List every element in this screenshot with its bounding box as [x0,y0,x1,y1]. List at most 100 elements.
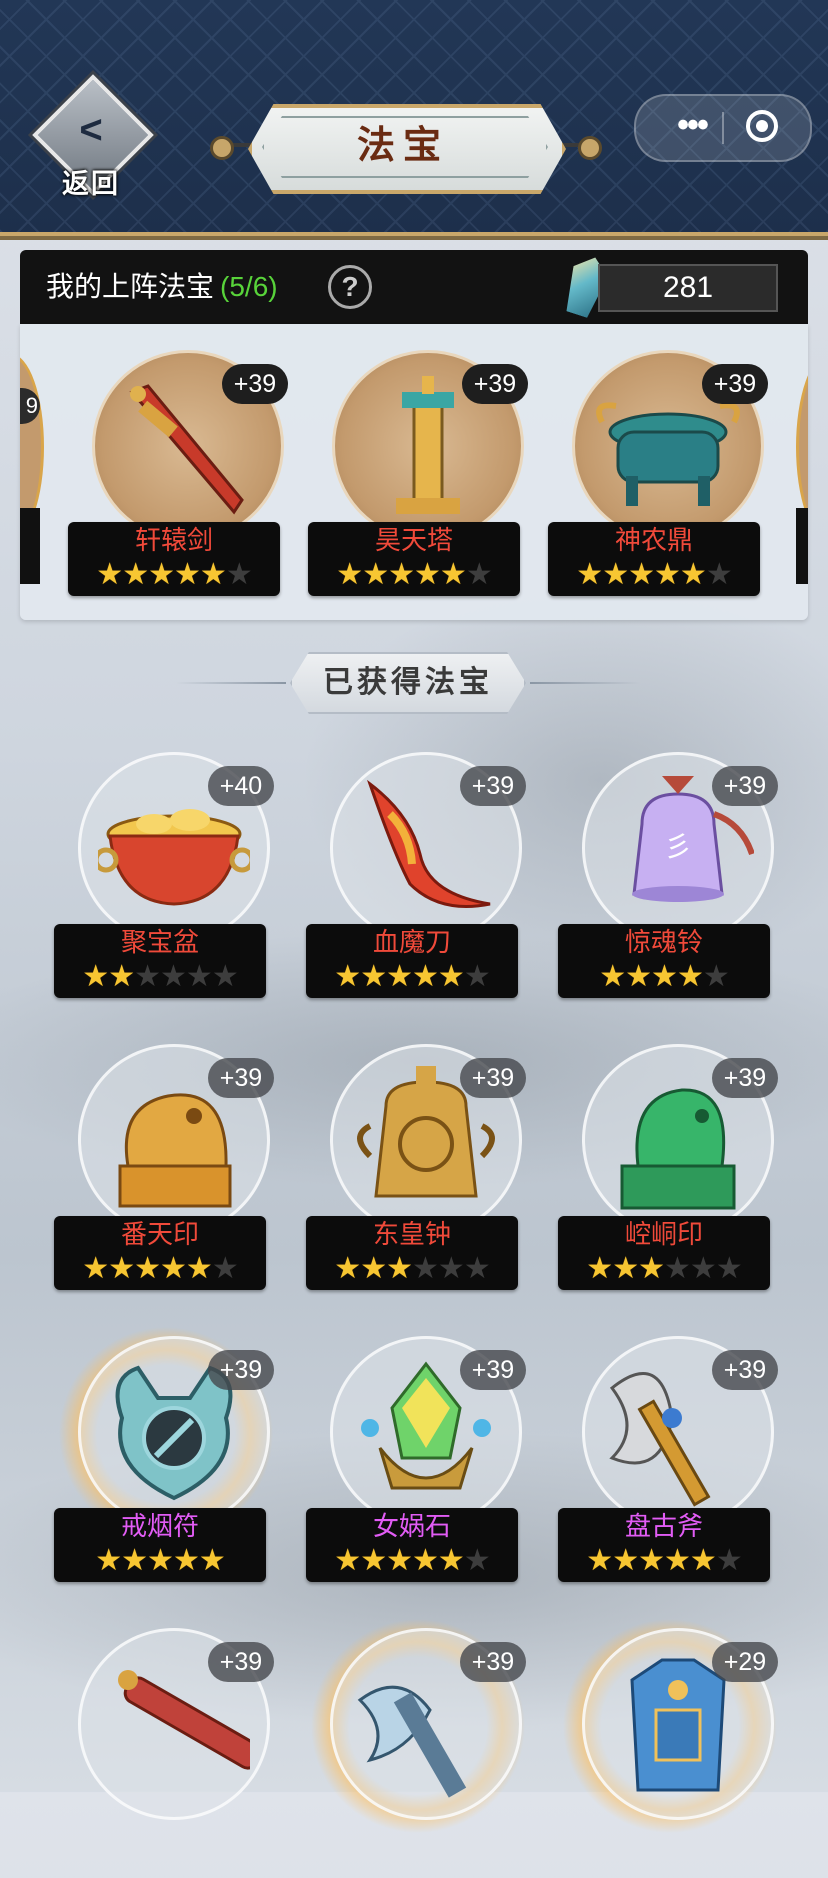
treasure-card[interactable]: +39 盘古斧 ★★★★★★ [558,1336,778,1586]
star-icon: ★ [122,558,149,591]
star-icon: ★ [334,960,361,993]
star-icon: ★ [185,960,213,993]
star-icon: ★ [412,1544,439,1577]
owned-section-header: 已获得法宝 [290,652,526,714]
target-close-icon[interactable] [746,110,778,142]
level-badge: +39 [462,364,528,404]
star-icon: ★ [360,1252,387,1285]
level-badge: +39 [702,364,768,404]
star-rating: ★★★★★ [54,1544,266,1578]
treasure-card[interactable]: +39 东皇钟 ★★★★★★ [306,1044,526,1294]
level-badge: +39 [208,1058,274,1098]
treasure-card[interactable]: +39 轩辕剑 ★★★★★★ [68,350,288,600]
star-rating: ★★★★★★ [548,558,760,592]
treasure-name: 轩辕剑 [134,526,213,556]
level-badge: +40 [208,766,274,806]
treasure-card[interactable]: +39 戒烟符 ★★★★★ [54,1326,274,1586]
star-icon: ★ [437,1252,465,1285]
star-rating: ★★★★★★ [306,960,518,994]
name-plate: 盘古斧 ★★★★★★ [558,1508,770,1582]
treasure-card[interactable]: +39 番天印 ★★★★★★ [54,1044,274,1294]
back-arrow-icon: < [79,108,103,152]
level-badge: +39 [712,1350,778,1390]
star-rating: ★★★★★★ [308,558,520,592]
star-icon: ★ [172,1544,200,1577]
equipped-panel[interactable]: 9 +39 轩辕剑 ★★★★★★ +39 昊天塔 ★★★★★★ +39 神农鼎 … [20,324,808,620]
star-icon: ★ [386,1252,413,1285]
equipped-card-partial-left[interactable]: 9 [20,354,44,598]
treasure-name: 女娲石 [372,1512,451,1542]
star-icon: ★ [628,558,655,591]
star-icon: ★ [638,1252,665,1285]
name-plate: 东皇钟 ★★★★★★ [306,1216,518,1290]
treasure-card[interactable]: +39 崆峒印 ★★★★★★ [558,1044,778,1294]
back-label: 返回 [62,169,120,199]
svg-text:彡: 彡 [664,831,692,862]
equipped-label: 我的上阵法宝 [46,271,215,302]
more-dots-icon[interactable]: ••• [662,96,722,160]
star-icon: ★ [185,1252,213,1285]
equipped-card-partial-right[interactable] [788,354,808,598]
name-plate: 惊魂铃 ★★★★★ [558,924,770,998]
treasure-card[interactable]: +39 血魔刀 ★★★★★★ [306,752,526,1002]
star-icon: ★ [174,558,201,591]
name-plate: 女娲石 ★★★★★★ [306,1508,518,1582]
treasure-card[interactable]: +40 聚宝盆 ★★★★★★ [54,752,274,1002]
treasure-card[interactable]: +39 [54,1628,274,1878]
star-icon: ★ [612,1252,639,1285]
star-icon: ★ [95,1544,122,1577]
level-badge: +39 [712,766,778,806]
currency-value: 281 [598,264,778,312]
treasure-card[interactable]: 彡 +39 惊魂铃 ★★★★★ [558,752,778,1002]
star-icon: ★ [108,1252,135,1285]
treasure-card[interactable]: +29 [558,1618,778,1878]
name-plate: 轩辕剑 ★★★★★★ [68,522,280,596]
treasure-card[interactable]: +39 女娲石 ★★★★★★ [306,1336,526,1586]
help-icon[interactable]: ? [328,265,372,309]
back-button[interactable]: < 返回 [32,74,154,199]
star-icon: ★ [465,558,493,591]
level-badge: +29 [712,1642,778,1682]
star-icon: ★ [654,558,681,591]
level-badge: +39 [460,766,526,806]
star-icon: ★ [463,1252,491,1285]
star-icon: ★ [602,558,629,591]
top-header: < 返回 法宝 ••• [0,0,828,236]
star-icon: ★ [334,1544,361,1577]
treasure-name: 血魔刀 [372,928,451,958]
star-icon: ★ [625,960,652,993]
star-icon: ★ [225,558,253,591]
treasure-card[interactable]: +39 [306,1618,526,1878]
treasure-card[interactable]: +39 神农鼎 ★★★★★★ [548,350,768,600]
star-icon: ★ [96,558,123,591]
star-icon: ★ [211,1252,239,1285]
star-icon: ★ [715,1544,743,1577]
star-icon: ★ [664,1544,691,1577]
level-badge: +39 [222,364,288,404]
treasure-name: 盘古斧 [624,1512,703,1542]
star-icon: ★ [147,1544,174,1577]
star-icon: ★ [360,960,387,993]
star-icon: ★ [439,558,467,591]
treasure-name: 聚宝盆 [120,928,199,958]
section-divider-right [530,682,640,684]
star-icon: ★ [676,960,704,993]
star-icon: ★ [121,1544,148,1577]
star-icon: ★ [437,1544,465,1577]
star-rating: ★★★★★★ [306,1252,518,1286]
name-plate: 神农鼎 ★★★★★★ [548,522,760,596]
level-badge: +39 [460,1350,526,1390]
star-icon: ★ [386,1544,413,1577]
level-badge: +39 [208,1642,274,1682]
treasure-name: 昊天塔 [374,526,453,556]
star-icon: ★ [638,1544,665,1577]
star-icon: ★ [82,1252,109,1285]
name-plate: 崆峒印 ★★★★★★ [558,1216,770,1290]
star-icon: ★ [412,1252,439,1285]
owned-section-title: 已获得法宝 [323,665,493,700]
treasure-card[interactable]: +39 昊天塔 ★★★★★★ [308,350,528,600]
treasure-name: 崆峒印 [624,1220,703,1250]
star-icon: ★ [334,1252,361,1285]
star-rating: ★★★★★★ [558,1544,770,1578]
star-icon: ★ [463,1544,491,1577]
